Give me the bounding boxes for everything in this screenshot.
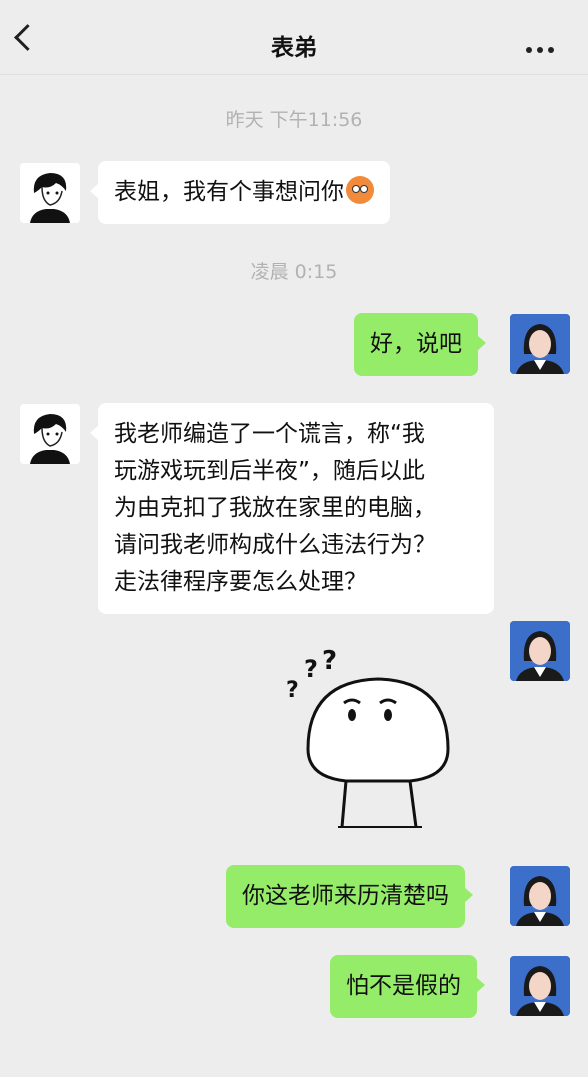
message-line: 走法律程序要怎么处理？ bbox=[114, 569, 367, 595]
avatar-cousin[interactable] bbox=[20, 163, 80, 223]
message-line: 我老师编造了一个谎言，称“我 bbox=[114, 421, 425, 447]
message-line: 请问我老师构成什么违法行为？ bbox=[114, 532, 436, 558]
message-bubble-outgoing[interactable]: 怕不是假的 bbox=[330, 955, 485, 1018]
avatar-cousin[interactable] bbox=[20, 404, 80, 464]
confused-mushroom-sticker[interactable]: ? ? ? bbox=[280, 645, 455, 835]
avatar-self[interactable] bbox=[510, 866, 570, 926]
message-line: 玩游戏玩到后半夜”，随后以此 bbox=[114, 458, 425, 484]
more-options-icon[interactable] bbox=[526, 38, 562, 53]
svg-text:?: ? bbox=[304, 655, 318, 683]
message-line: 为由克扣了我放在家里的电脑， bbox=[114, 495, 436, 521]
avatar-self[interactable] bbox=[510, 621, 570, 681]
timestamp: 凌晨 0:15 bbox=[250, 261, 338, 283]
avatar-self[interactable] bbox=[510, 314, 570, 374]
message-text: 怕不是假的 bbox=[346, 973, 461, 999]
message-bubble-incoming[interactable]: 我老师编造了一个谎言，称“我 玩游戏玩到后半夜”，随后以此 为由克扣了我放在家里… bbox=[90, 403, 494, 614]
message-bubble-incoming[interactable]: 表姐，我有个事想问你 bbox=[90, 161, 390, 224]
message-text: 表姐，我有个事想问你 bbox=[114, 179, 344, 205]
message-bubble-outgoing[interactable]: 你这老师来历清楚吗 bbox=[226, 865, 473, 928]
avatar-self[interactable] bbox=[510, 956, 570, 1016]
chat-title: 表弟 bbox=[271, 35, 317, 61]
svg-text:?: ? bbox=[322, 646, 337, 676]
chat-header: 表弟 bbox=[0, 0, 588, 75]
message-text: 你这老师来历清楚吗 bbox=[242, 883, 449, 909]
timestamp: 昨天 下午11:56 bbox=[225, 109, 363, 131]
message-bubble-outgoing[interactable]: 好，说吧 bbox=[354, 313, 486, 376]
svg-text:?: ? bbox=[286, 678, 299, 703]
message-text: 好，说吧 bbox=[370, 331, 462, 357]
face-with-tears-emoji-icon bbox=[346, 176, 374, 204]
